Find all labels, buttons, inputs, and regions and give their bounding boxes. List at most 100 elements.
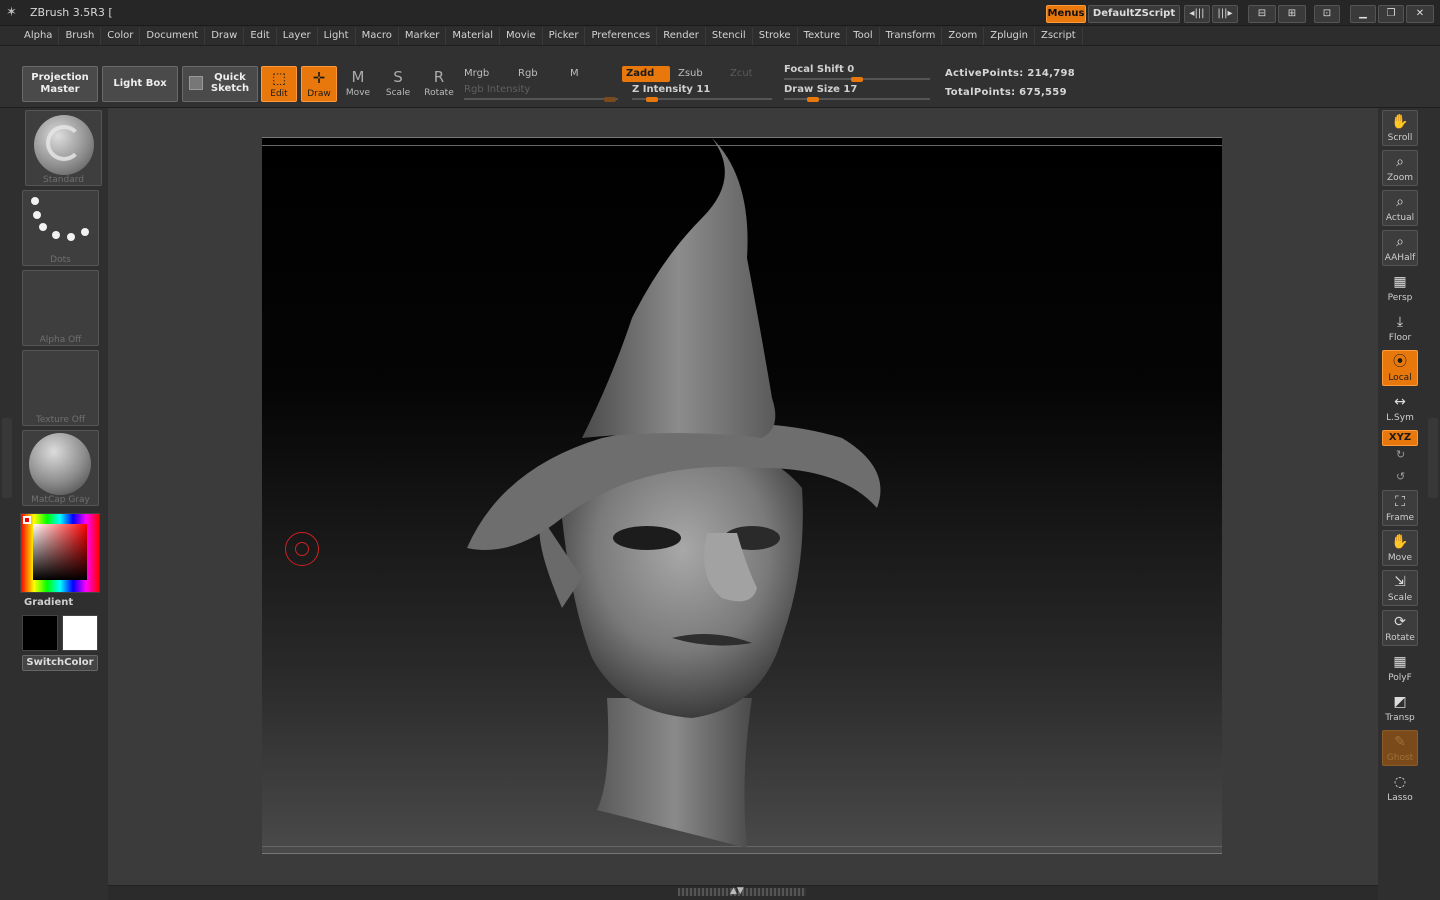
edit-mode-button[interactable]: ⬚ Edit [261, 66, 297, 102]
brush-thumbnail[interactable]: Standard [25, 110, 102, 186]
floor-button[interactable]: ⤓ Floor [1382, 310, 1418, 346]
menu-stroke[interactable]: Stroke [753, 27, 798, 45]
rotate-view-button[interactable]: ⟳ Rotate [1382, 610, 1418, 646]
m-button[interactable]: M [566, 66, 618, 82]
menu-zplugin[interactable]: Zplugin [984, 27, 1035, 45]
menu-texture[interactable]: Texture [798, 27, 848, 45]
polyf-label: PolyF [1388, 673, 1412, 683]
color-picker[interactable] [20, 513, 100, 593]
menu-movie[interactable]: Movie [500, 27, 543, 45]
gradient-label[interactable]: Gradient [24, 597, 73, 608]
move-mode-button[interactable]: M Move [340, 66, 376, 102]
texture-thumbnail[interactable]: Texture Off [22, 350, 99, 426]
menu-stencil[interactable]: Stencil [706, 27, 753, 45]
default-zscript-button[interactable]: DefaultZScript [1088, 5, 1180, 23]
transparency-button[interactable]: ◩ Transp [1382, 690, 1418, 726]
mrgb-button[interactable]: Mrgb [460, 66, 510, 82]
frame-button[interactable]: ⛶ Frame [1382, 490, 1418, 526]
zadd-button[interactable]: Zadd [622, 66, 670, 82]
alpha-thumbnail[interactable]: Alpha Off [22, 270, 99, 346]
focal-shift-slider[interactable]: Focal Shift 0 [784, 64, 930, 82]
scroll-button[interactable]: ✋ Scroll [1382, 110, 1418, 146]
menu-edit[interactable]: Edit [244, 27, 277, 45]
rotate-z-icon[interactable]: ↺ [1396, 470, 1410, 484]
previous-arrow-icon[interactable]: ◂||| [1184, 5, 1210, 23]
menu-tool[interactable]: Tool [847, 27, 880, 45]
rgb-button[interactable]: Rgb [514, 66, 564, 82]
minimize-icon[interactable]: ▁ [1350, 5, 1376, 23]
menu-material[interactable]: Material [446, 27, 501, 45]
witch-head-sculpt[interactable] [462, 138, 902, 848]
focal-shift-knob[interactable] [851, 77, 863, 82]
menu-document[interactable]: Document [140, 27, 206, 45]
color-marker-icon[interactable] [23, 516, 31, 524]
rgb-intensity-knob[interactable] [604, 97, 616, 102]
scale-view-button[interactable]: ⇲ Scale [1382, 570, 1418, 606]
menu-render[interactable]: Render [657, 27, 706, 45]
menu-alpha[interactable]: Alpha [18, 27, 60, 45]
zoom-button[interactable]: ⌕ Zoom [1382, 150, 1418, 186]
lock-icon[interactable]: ⊡ [1314, 5, 1340, 23]
menu-marker[interactable]: Marker [399, 27, 447, 45]
menu-zoom[interactable]: Zoom [942, 27, 985, 45]
ghost-button[interactable]: ✎ Ghost [1382, 730, 1418, 766]
draw-size-track [784, 98, 930, 100]
menu-color[interactable]: Color [101, 27, 141, 45]
lasso-button[interactable]: ◌ Lasso [1382, 770, 1418, 806]
menu-layer[interactable]: Layer [277, 27, 318, 45]
stroke-thumbnail[interactable]: Dots [22, 190, 99, 266]
draw-size-slider[interactable]: Draw Size 17 [784, 84, 930, 102]
scale-mode-button[interactable]: S Scale [380, 66, 416, 102]
menu-light[interactable]: Light [318, 27, 356, 45]
draw-size-knob[interactable] [807, 97, 819, 102]
close-icon[interactable]: ✕ [1406, 5, 1434, 23]
document-canvas[interactable] [262, 137, 1222, 854]
aahalf-label: AAHalf [1384, 253, 1416, 263]
local-button[interactable]: ⦿ Local [1382, 350, 1418, 386]
xyz-button[interactable]: XYZ [1382, 430, 1418, 446]
menus-toggle-button[interactable]: Menus [1046, 5, 1086, 23]
move-view-button[interactable]: ✋ Move [1382, 530, 1418, 566]
next-arrow-icon[interactable]: |||▸ [1212, 5, 1238, 23]
bottom-tray-arrows-icon[interactable]: ▲▼ [730, 886, 744, 896]
left-tray-collapse-handle[interactable] [2, 418, 12, 498]
left-shelf: Standard Dots Alpha Off Texture Off MatC… [0, 108, 108, 900]
maximize-icon[interactable]: ❐ [1378, 5, 1404, 23]
magnifier-icon: ⌕ [1396, 154, 1404, 170]
switch-color-button[interactable]: SwitchColor [22, 655, 98, 671]
local-symmetry-button[interactable]: ↔ L.Sym [1382, 390, 1418, 426]
quick-sketch-button[interactable]: Quick Sketch [182, 66, 258, 102]
color-saturation-square[interactable] [33, 524, 87, 580]
persp-button[interactable]: ▦ Persp [1382, 270, 1418, 306]
rotate-mode-button[interactable]: R Rotate [421, 66, 457, 102]
menu-macro[interactable]: Macro [356, 27, 399, 45]
scale-view-icon: ⇲ [1394, 574, 1406, 590]
menu-draw[interactable]: Draw [205, 27, 245, 45]
actual-button[interactable]: ⌕ Actual [1382, 190, 1418, 226]
texture-label: Texture Off [35, 415, 86, 425]
menu-picker[interactable]: Picker [543, 27, 586, 45]
z-intensity-slider[interactable]: Z Intensity 11 [632, 84, 772, 102]
main-color-swatch[interactable] [22, 615, 58, 651]
draw-mode-button[interactable]: ✛ Draw [301, 66, 337, 102]
menu-bar: Alpha Brush Color Document Draw Edit Layer Ligh… [0, 26, 1440, 46]
light-box-button[interactable]: Light Box [102, 66, 178, 102]
material-thumbnail[interactable]: MatCap Gray [22, 430, 99, 506]
layout-right-icon[interactable]: ⊞ [1278, 5, 1306, 23]
layout-left-icon[interactable]: ⊟ [1248, 5, 1276, 23]
zcut-button[interactable]: Zcut [726, 66, 776, 82]
z-intensity-knob[interactable] [646, 97, 658, 102]
polyframe-button[interactable]: ▦ PolyF [1382, 650, 1418, 686]
aahalf-button[interactable]: ⌕ AAHalf [1382, 230, 1418, 266]
stroke-dot-icon [67, 233, 75, 241]
menu-brush[interactable]: Brush [59, 27, 102, 45]
menu-transform[interactable]: Transform [880, 27, 943, 45]
rotate-y-icon[interactable]: ↻ [1396, 448, 1410, 462]
secondary-color-swatch[interactable] [62, 615, 98, 651]
projection-master-button[interactable]: Projection Master [22, 66, 98, 102]
right-tray-collapse-handle[interactable] [1428, 418, 1438, 498]
zsub-button[interactable]: Zsub [674, 66, 726, 82]
menu-preferences[interactable]: Preferences [585, 27, 658, 45]
rgb-intensity-slider[interactable]: Rgb Intensity [464, 84, 618, 102]
menu-zscript[interactable]: Zscript [1035, 27, 1083, 45]
